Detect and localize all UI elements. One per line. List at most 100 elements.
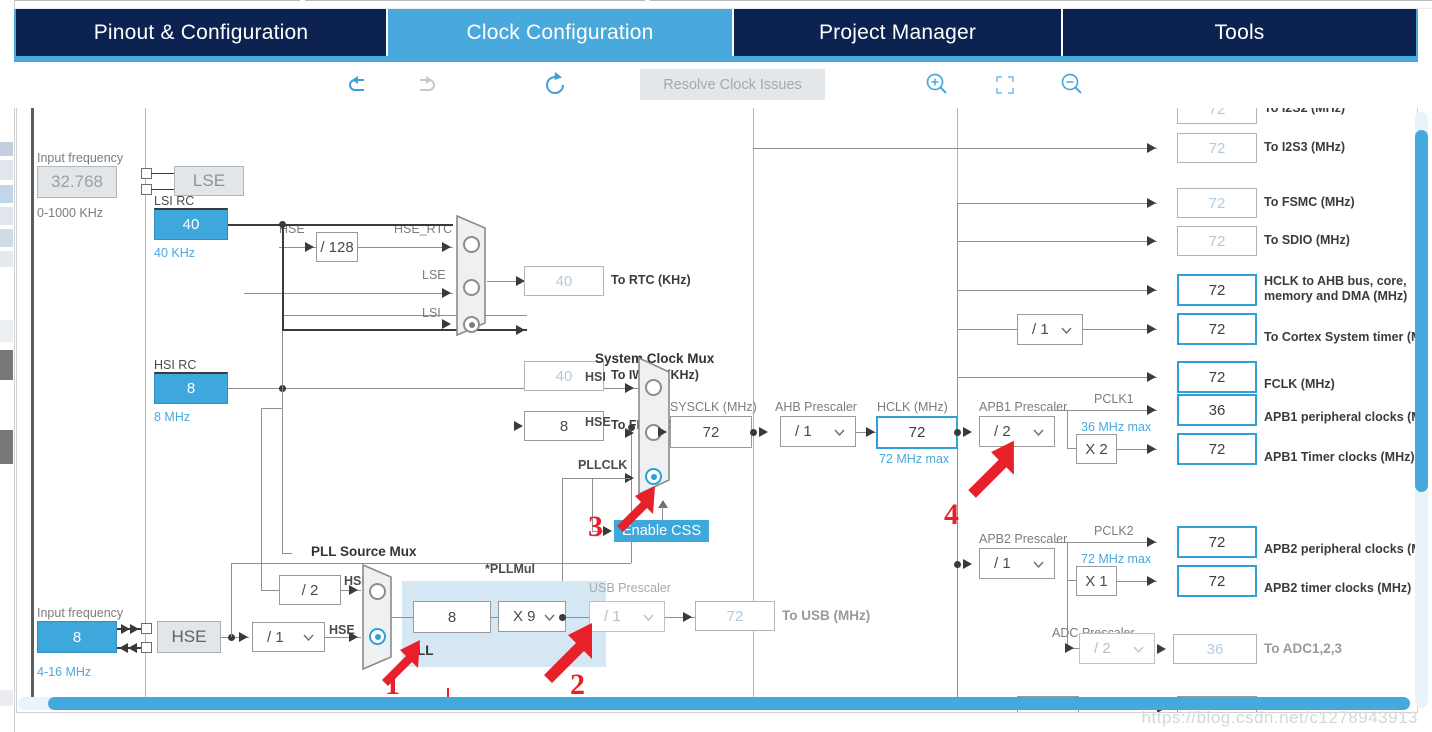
arrow — [1147, 198, 1156, 208]
arrow — [119, 643, 128, 653]
vertical-scrollbar[interactable] — [1415, 112, 1428, 708]
arrow — [1147, 537, 1156, 547]
apb1-timer-mul-box: X 2 — [1076, 434, 1117, 464]
zoom-in-icon[interactable] — [920, 68, 954, 102]
wire — [391, 617, 414, 618]
apb2-prescaler-value: / 1 — [994, 555, 1011, 572]
pll-input-value: 8 — [447, 608, 457, 626]
apb1-prescaler-label: APB1 Prescaler — [979, 400, 1068, 414]
sysclk-mux-hse-label: HSE — [585, 415, 611, 429]
reset-icon[interactable] — [538, 68, 572, 102]
rtc-mux-lse-label: LSE — [422, 268, 446, 282]
sysclk-mux-radio-pllclk[interactable] — [645, 468, 662, 485]
annotation-number-3: 3 — [588, 510, 603, 543]
apb1-peripheral-field[interactable]: 36 — [1177, 394, 1257, 426]
undo-icon[interactable] — [342, 68, 376, 102]
to-fsmc-label: To FSMC (MHz) — [1264, 195, 1355, 209]
wire — [282, 388, 283, 553]
sysclk-mux-radio-hsi[interactable] — [645, 379, 662, 396]
pllmul-label: *PLLMul — [485, 562, 535, 576]
adc-prescaler-select[interactable]: / 2 — [1079, 633, 1155, 664]
fclk-field[interactable]: 72 — [1177, 361, 1257, 393]
cortex-prescaler-select[interactable]: / 1 — [1017, 314, 1083, 345]
hse-input-frequency-field[interactable]: 8 — [37, 621, 117, 653]
vertical-scrollbar-thumb[interactable] — [1415, 130, 1428, 492]
tab-tools[interactable]: Tools — [1063, 9, 1416, 56]
pclk1-label: PCLK1 — [1094, 392, 1134, 406]
arrow — [1147, 324, 1156, 334]
zoom-out-icon[interactable] — [1055, 68, 1089, 102]
arrow — [349, 632, 358, 642]
rtc-mux-radio-hse[interactable] — [463, 236, 480, 253]
hse-rtc-divider-value: / 128 — [320, 238, 354, 256]
sysclk-mux-hsi-label: HSI — [585, 370, 606, 384]
main-tabbar: Pinout & Configuration Clock Configurati… — [14, 9, 1418, 56]
to-rtc-field: 40 — [524, 266, 604, 296]
arrow — [963, 559, 972, 569]
sysclk-field[interactable]: 72 — [670, 416, 752, 448]
redo-icon — [408, 68, 442, 102]
hclk-label: HCLK (MHz) — [877, 400, 948, 414]
apb1-timer-mul-value: X 2 — [1085, 440, 1108, 458]
wire — [1083, 329, 1157, 330]
rtc-mux-radio-lse[interactable] — [463, 279, 480, 296]
lsi-rc-field[interactable]: 40 — [154, 208, 228, 240]
hclk-ahb-field[interactable]: 72 — [1177, 274, 1257, 306]
fclk-label: FCLK (MHz) — [1264, 377, 1335, 391]
apb2-prescaler-select[interactable]: / 1 — [979, 548, 1055, 579]
to-fsmc-value: 72 — [1208, 194, 1226, 212]
rtc-mux-radio-lsi[interactable] — [463, 316, 480, 333]
arrow — [1147, 236, 1156, 246]
arrow — [1147, 285, 1156, 295]
wire — [261, 408, 262, 590]
arrow — [349, 585, 358, 595]
lse-input-frequency-label: Input frequency — [37, 151, 124, 165]
hclk-field[interactable]: 72 — [876, 416, 958, 449]
hse-range-label: 4-16 MHz — [37, 665, 92, 679]
fit-to-screen-icon[interactable] — [988, 68, 1022, 102]
ahb-prescaler-select[interactable]: / 1 — [780, 416, 856, 447]
wire — [957, 290, 1157, 291]
to-i2s2-label: To I2S2 (MHz) — [1264, 108, 1346, 115]
apb2-peripheral-field[interactable]: 72 — [1177, 526, 1257, 558]
apb2-prescaler-label: APB2 Prescaler — [979, 532, 1068, 546]
lsi-rc-sub: 40 KHz — [154, 246, 195, 260]
wire — [1055, 542, 1157, 543]
hclk-ahb-label: HCLK to AHB bus, core, — [1264, 274, 1407, 288]
to-adc-field: 36 — [1173, 634, 1257, 664]
arrow — [128, 643, 137, 653]
clock-tree-canvas[interactable]: Input frequency 32.768 0-1000 KHz LSE LS… — [16, 108, 1418, 713]
pll-source-mux-radio-hsi[interactable] — [369, 583, 386, 600]
wire — [282, 553, 292, 554]
tab-clock-configuration[interactable]: Clock Configuration — [388, 9, 732, 56]
hsi-rc-field[interactable]: 8 — [154, 372, 228, 404]
rtc-mux[interactable] — [455, 214, 495, 337]
arrow — [1147, 372, 1156, 382]
tab-pinout-configuration[interactable]: Pinout & Configuration — [16, 9, 386, 56]
wire — [612, 478, 630, 479]
tab-label: Clock Configuration — [466, 20, 654, 44]
tab-project-manager[interactable]: Project Manager — [734, 9, 1061, 56]
sidebar-ghost-item — [0, 185, 13, 203]
apb2-timer-field[interactable]: 72 — [1177, 565, 1257, 597]
hse-oscillator-box[interactable]: HSE — [157, 621, 221, 653]
cortex-systimer-field[interactable]: 72 — [1177, 313, 1257, 345]
wire — [957, 203, 1157, 204]
arrow — [305, 242, 314, 252]
sidebar-ghost-item — [0, 142, 13, 156]
hclk-ahb-value: 72 — [1208, 281, 1226, 299]
hse-input-frequency-value: 8 — [72, 628, 82, 646]
resolve-clock-issues-button[interactable]: Resolve Clock Issues — [640, 69, 825, 100]
apb1-timer-label: APB1 Timer clocks (MHz) — [1264, 450, 1415, 464]
lse-input-frequency-field[interactable]: 32.768 — [37, 166, 117, 198]
wire — [151, 189, 174, 190]
lsi-rc-value: 40 — [182, 216, 200, 233]
sidebar-ghost-item — [0, 160, 13, 180]
hse-pll-divider-select[interactable]: / 1 — [252, 622, 325, 652]
lse-oscillator-box[interactable]: LSE — [174, 166, 244, 196]
sidebar-ghost-item — [0, 430, 13, 464]
sysclk-label: SYSCLK (MHz) — [670, 400, 757, 414]
apb1-timer-field[interactable]: 72 — [1177, 433, 1257, 465]
ahb-prescaler-value: / 1 — [795, 423, 812, 440]
sidebar-ghost-item — [0, 229, 13, 247]
